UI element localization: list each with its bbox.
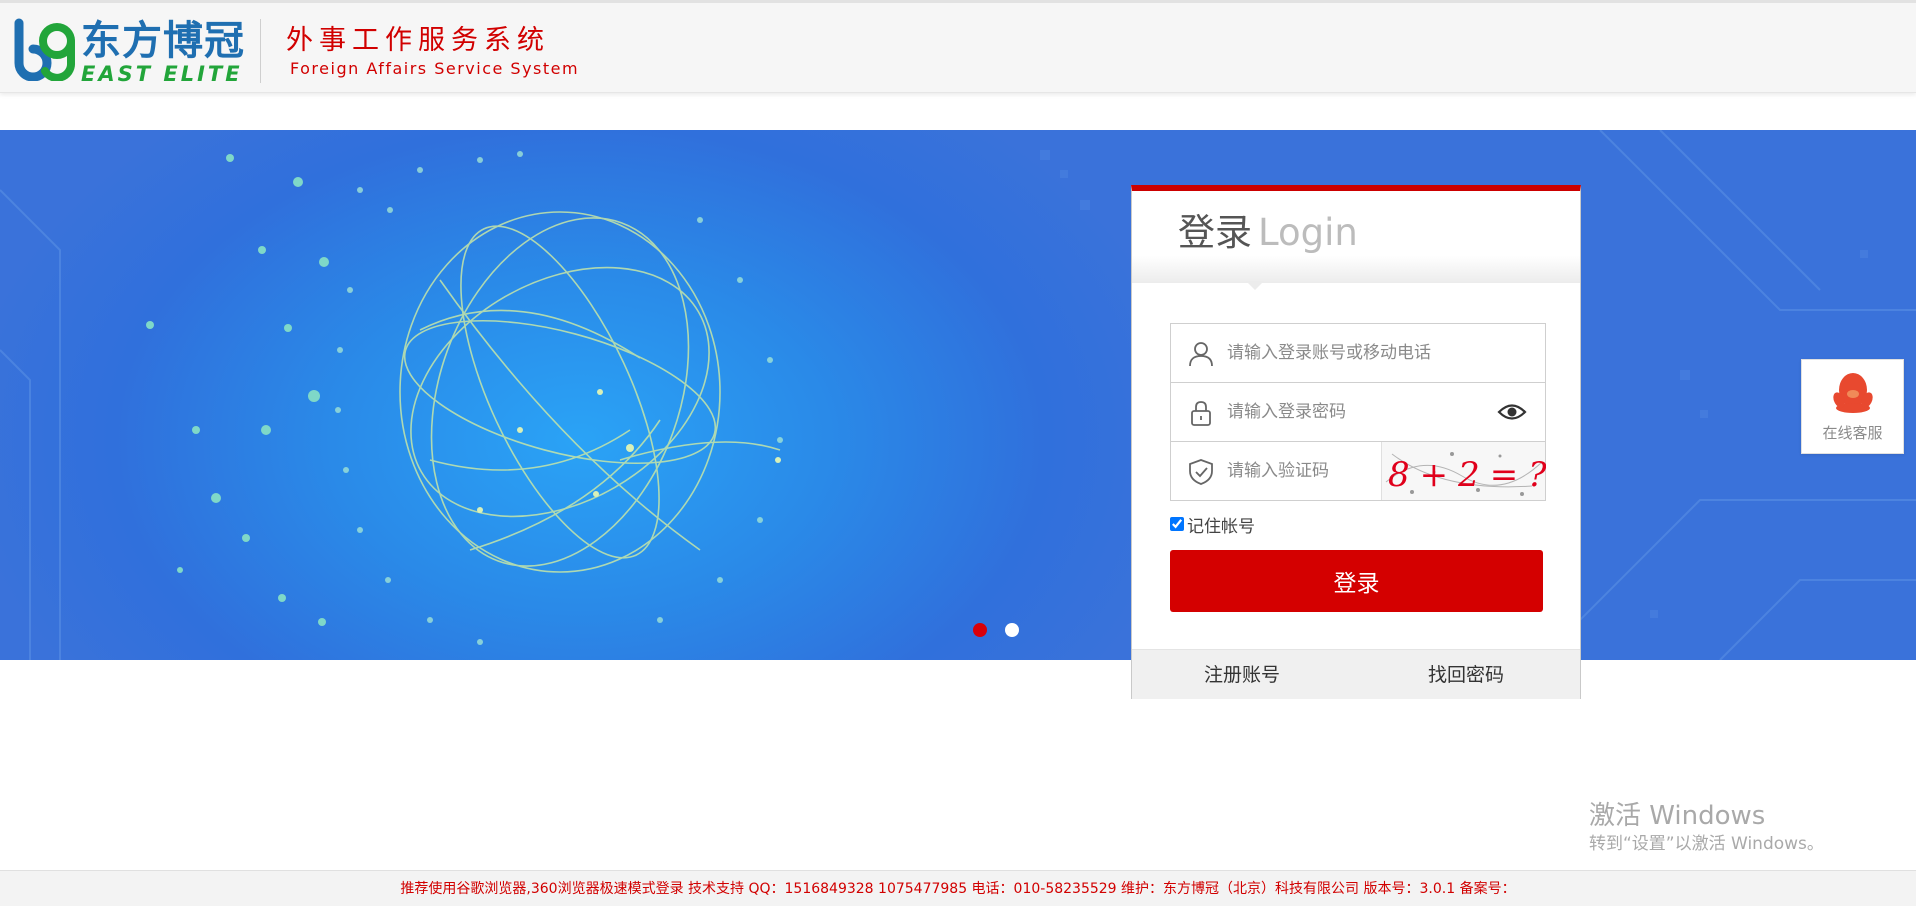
register-link[interactable]: 注册账号	[1204, 662, 1280, 688]
remember-label: 记住帐号	[1187, 516, 1255, 537]
brand-logo[interactable]: 东方博冠 EAST ELITE	[13, 17, 244, 85]
header-divider	[260, 19, 261, 83]
shield-check-icon	[1189, 459, 1213, 485]
site-header: 东方博冠 EAST ELITE 外事工作服务系统 Foreign Affairs…	[0, 0, 1916, 93]
banner-graphic	[0, 130, 1916, 660]
account-input[interactable]	[1227, 336, 1487, 370]
user-icon	[1189, 342, 1213, 367]
logo-mark-icon	[14, 18, 75, 81]
online-service-widget[interactable]: 在线客服	[1801, 359, 1904, 454]
system-title-cn: 外事工作服务系统	[286, 25, 550, 56]
site-footer: 推荐使用谷歌浏览器,360浏览器极速模式登录 技术支持 QQ：151684932…	[0, 870, 1916, 906]
account-field	[1170, 323, 1546, 383]
system-title-en: Foreign Affairs Service System	[290, 59, 580, 78]
login-title-en: Login	[1258, 211, 1358, 254]
login-header: 登录 Login	[1132, 191, 1580, 290]
carousel-dot-1[interactable]	[973, 623, 987, 637]
online-service-label: 在线客服	[1822, 424, 1883, 442]
login-button[interactable]: 登录	[1170, 550, 1543, 612]
password-field	[1170, 382, 1546, 442]
recover-password-link[interactable]: 找回密码	[1428, 662, 1504, 688]
windows-watermark-subtitle: 转到“设置”以激活 Windows。	[1589, 834, 1824, 854]
password-input[interactable]	[1227, 395, 1487, 429]
logo-text-en: EAST ELITE	[81, 62, 243, 86]
remember-checkbox[interactable]	[1170, 517, 1184, 531]
remember-account[interactable]: 记住帐号	[1170, 511, 1255, 537]
captcha-text: 8+2=?	[1388, 455, 1546, 495]
hero-banner	[0, 130, 1916, 660]
footer-text: 推荐使用谷歌浏览器,360浏览器极速模式登录 技术支持 QQ：151684932…	[400, 881, 1516, 897]
eye-icon[interactable]	[1497, 401, 1527, 423]
login-header-caret	[1246, 281, 1264, 290]
captcha-image[interactable]: 8+2=?	[1381, 442, 1546, 500]
captcha-field: 8+2=?	[1170, 441, 1546, 501]
login-title-cn: 登录	[1178, 211, 1252, 254]
login-panel: 登录 Login 请输入登录账号或移动电话 请输入验证码 8+2=? 记住帐号 …	[1131, 185, 1581, 699]
qq-penguin-icon	[1833, 373, 1873, 413]
login-footer: 注册账号 找回密码	[1132, 649, 1580, 699]
lock-icon	[1191, 401, 1211, 426]
carousel-dot-2[interactable]	[1005, 623, 1019, 637]
logo-text-cn: 东方博冠	[81, 18, 245, 64]
windows-watermark-title: 激活 Windows	[1589, 801, 1766, 831]
